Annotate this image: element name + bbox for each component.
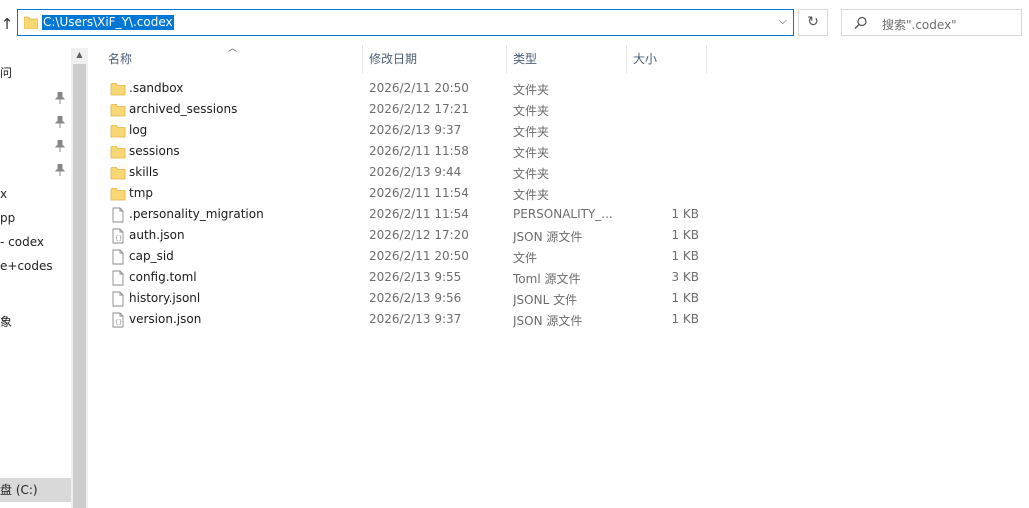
column-header-date[interactable]: 修改日期 bbox=[362, 45, 506, 73]
file-icon bbox=[110, 207, 126, 223]
file-date: 2026/2/11 20:50 bbox=[369, 249, 469, 263]
file-row[interactable]: tmp 2026/2/11 11:54 文件夹 bbox=[104, 184, 708, 205]
nav-item[interactable]: 问 bbox=[0, 64, 12, 82]
file-name: .personality_migration bbox=[129, 207, 264, 221]
file-icon bbox=[110, 249, 126, 265]
file-type: 文件夹 bbox=[513, 125, 550, 139]
file-date: 2026/2/12 17:21 bbox=[369, 102, 469, 116]
file-date: 2026/2/13 9:44 bbox=[369, 165, 462, 179]
column-header-size[interactable]: 大小 bbox=[626, 45, 706, 73]
column-header-name[interactable]: 名称 bbox=[101, 45, 361, 73]
file-name: skills bbox=[129, 165, 159, 179]
file-size: 1 KB bbox=[671, 207, 699, 221]
file-name: log bbox=[129, 123, 148, 137]
file-date: 2026/2/11 11:54 bbox=[369, 186, 469, 200]
file-name: history.jsonl bbox=[129, 291, 201, 305]
folder-icon bbox=[110, 102, 126, 118]
column-divider[interactable] bbox=[706, 45, 707, 73]
scrollbar-thumb[interactable] bbox=[73, 64, 86, 508]
file-type: 文件夹 bbox=[513, 104, 550, 118]
file-icon bbox=[110, 270, 126, 286]
file-row[interactable]: .sandbox 2026/2/11 20:50 文件夹 bbox=[104, 79, 708, 100]
search-icon bbox=[854, 16, 867, 29]
refresh-button[interactable]: ↻ bbox=[798, 9, 828, 36]
folder-icon bbox=[24, 16, 38, 29]
file-row[interactable]: {} version.json 2026/2/13 9:37 JSON 源文件 1 KB bbox=[104, 310, 708, 331]
svg-text:{}: {} bbox=[115, 319, 122, 326]
pin-icon[interactable] bbox=[55, 116, 65, 128]
file-date: 2026/2/13 9:56 bbox=[369, 291, 462, 305]
file-row[interactable]: .personality_migration 2026/2/11 11:54 PER… bbox=[104, 205, 708, 226]
file-date: 2026/2/11 11:58 bbox=[369, 144, 469, 158]
file-date: 2026/2/12 17:20 bbox=[369, 228, 469, 242]
address-path[interactable]: C:\Users\XiF_Y\.codex bbox=[42, 15, 174, 30]
file-row[interactable]: config.toml 2026/2/13 9:55 Toml 源文件 3 KB bbox=[104, 268, 708, 289]
file-type: Toml 源文件 bbox=[513, 272, 581, 286]
json-file-icon: {} bbox=[110, 312, 126, 328]
file-name: .sandbox bbox=[129, 81, 184, 95]
file-row[interactable]: log 2026/2/13 9:37 文件夹 bbox=[104, 121, 708, 142]
pin-icon[interactable] bbox=[55, 164, 65, 176]
search-box[interactable]: 搜索".codex" bbox=[841, 9, 1022, 36]
folder-icon bbox=[110, 165, 126, 181]
file-size: 1 KB bbox=[671, 291, 699, 305]
nav-item-drive-c[interactable]: 盘 (C:) bbox=[0, 481, 38, 499]
folder-icon bbox=[110, 123, 126, 139]
file-size: 3 KB bbox=[671, 270, 699, 284]
nav-item[interactable]: e+codes bbox=[0, 257, 53, 275]
file-name: archived_sessions bbox=[129, 102, 238, 116]
pin-icon[interactable] bbox=[55, 92, 65, 104]
file-name: tmp bbox=[129, 186, 154, 200]
file-date: 2026/2/13 9:37 bbox=[369, 312, 462, 326]
file-name: sessions bbox=[129, 144, 180, 158]
file-name: cap_sid bbox=[129, 249, 174, 263]
file-type: 文件夹 bbox=[513, 146, 550, 160]
refresh-icon: ↻ bbox=[807, 14, 819, 30]
file-name: version.json bbox=[129, 312, 202, 326]
nav-item-codex[interactable]: - codex bbox=[0, 233, 44, 251]
file-type: 文件 bbox=[513, 251, 538, 265]
file-type: JSON 源文件 bbox=[513, 314, 583, 328]
file-size: 1 KB bbox=[671, 228, 699, 242]
svg-text:{}: {} bbox=[115, 235, 122, 242]
file-type: JSON 源文件 bbox=[513, 230, 583, 244]
file-name: config.toml bbox=[129, 270, 197, 284]
chevron-down-icon[interactable]: ⌵ bbox=[779, 14, 787, 28]
file-type: PERSONALITY_... bbox=[513, 207, 613, 221]
file-row[interactable]: history.jsonl 2026/2/13 9:56 JSONL 文件 1 KB bbox=[104, 289, 708, 310]
nav-scrollbar[interactable]: ▲ bbox=[71, 48, 88, 508]
nav-item[interactable]: 象 bbox=[0, 313, 12, 331]
nav-item[interactable]: pp bbox=[0, 209, 15, 227]
file-size: 1 KB bbox=[671, 249, 699, 263]
file-date: 2026/2/13 9:55 bbox=[369, 270, 462, 284]
file-date: 2026/2/11 11:54 bbox=[369, 207, 469, 221]
folder-icon bbox=[110, 81, 126, 97]
file-type: 文件夹 bbox=[513, 167, 550, 181]
file-row[interactable]: {} auth.json 2026/2/12 17:20 JSON 源文件 1 KB bbox=[104, 226, 708, 247]
file-date: 2026/2/11 20:50 bbox=[369, 81, 469, 95]
file-row[interactable]: skills 2026/2/13 9:44 文件夹 bbox=[104, 163, 708, 184]
file-type: JSONL 文件 bbox=[513, 293, 578, 307]
scroll-up-icon[interactable]: ▲ bbox=[71, 50, 88, 59]
file-type: 文件夹 bbox=[513, 188, 550, 202]
search-placeholder: 搜索".codex" bbox=[882, 18, 957, 32]
file-type: 文件夹 bbox=[513, 83, 550, 97]
nav-item[interactable]: x bbox=[0, 185, 7, 203]
file-row[interactable]: archived_sessions 2026/2/12 17:21 文件夹 bbox=[104, 100, 708, 121]
file-row[interactable]: cap_sid 2026/2/11 20:50 文件 1 KB bbox=[104, 247, 708, 268]
file-size: 1 KB bbox=[671, 312, 699, 326]
json-file-icon: {} bbox=[110, 228, 126, 244]
folder-icon bbox=[110, 186, 126, 202]
navigation-pane: 问 x pp - codex e+codes 象 盘 (C:) bbox=[0, 48, 71, 508]
file-icon bbox=[110, 291, 126, 307]
file-date: 2026/2/13 9:37 bbox=[369, 123, 462, 137]
file-name: auth.json bbox=[129, 228, 185, 242]
file-row[interactable]: sessions 2026/2/11 11:58 文件夹 bbox=[104, 142, 708, 163]
pin-icon[interactable] bbox=[55, 140, 65, 152]
up-arrow-icon[interactable]: ↑ bbox=[0, 14, 14, 34]
address-bar[interactable]: C:\Users\XiF_Y\.codex ⌵ bbox=[17, 9, 794, 36]
folder-icon bbox=[110, 144, 126, 160]
column-header-type[interactable]: 类型 bbox=[506, 45, 626, 73]
